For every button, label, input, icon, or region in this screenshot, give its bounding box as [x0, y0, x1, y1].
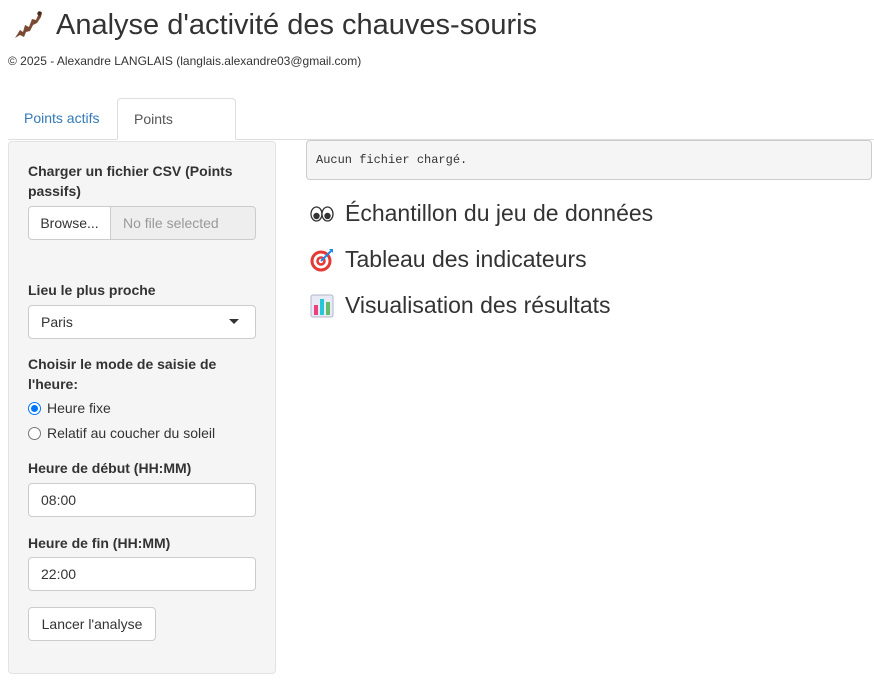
eyes-icon	[309, 201, 335, 227]
radio-label: Heure fixe	[47, 400, 111, 416]
time-mode-label: Choisir le mode de saisie de l'heure:	[28, 356, 217, 392]
section-title: Visualisation des résultats	[345, 292, 611, 318]
browse-button[interactable]: Browse...	[28, 206, 111, 240]
app-header: Analyse d'activité des chauves-souris	[12, 8, 537, 42]
copyright-text: © 2025 - Alexandre LANGLAIS (langlais.al…	[8, 54, 362, 68]
file-upload-group: Browse... No file selected	[28, 206, 256, 240]
radio-button[interactable]	[28, 426, 41, 440]
tab-points-passifs[interactable]: Points passifs	[117, 98, 236, 168]
radio-relatif-coucher-soleil[interactable]: Relatif au coucher du soleil	[28, 425, 215, 441]
bar-chart-icon	[309, 293, 335, 319]
radio-heure-fixe[interactable]: Heure fixe	[28, 400, 111, 416]
run-analysis-button[interactable]: Lancer l'analyse	[28, 607, 156, 641]
start-time-label: Heure de début (HH:MM)	[28, 460, 192, 476]
section-visualisation: Visualisation des résultats	[309, 292, 611, 319]
location-selected-value: Paris	[41, 314, 73, 330]
section-echantillon: Échantillon du jeu de données	[309, 200, 653, 227]
section-title: Tableau des indicateurs	[345, 246, 587, 272]
section-indicateurs: Tableau des indicateurs	[309, 246, 587, 273]
start-time-input[interactable]: 08:00	[28, 483, 256, 517]
location-select[interactable]: Paris	[28, 305, 256, 339]
location-label: Lieu le plus proche	[28, 282, 156, 298]
page-title: Analyse d'activité des chauves-souris	[56, 8, 538, 41]
sidebar-panel: Charger un fichier CSV (Points passifs) …	[8, 141, 276, 674]
target-icon	[309, 247, 335, 273]
end-time-label: Heure de fin (HH:MM)	[28, 535, 171, 551]
radio-label: Relatif au coucher du soleil	[47, 425, 216, 441]
end-time-input[interactable]: 22:00	[28, 557, 256, 591]
bat-icon	[12, 8, 46, 42]
file-name-field[interactable]: No file selected	[111, 206, 256, 240]
file-upload-label: Charger un fichier CSV (Points passifs)	[28, 163, 233, 199]
tab-bar: Points actifs Points passifs	[8, 98, 874, 168]
chevron-down-icon	[229, 319, 239, 324]
section-title: Échantillon du jeu de données	[345, 200, 654, 226]
status-output: Aucun fichier chargé.	[306, 140, 872, 180]
tab-points-actifs[interactable]: Points actifs	[8, 98, 116, 140]
radio-button-checked[interactable]	[28, 401, 41, 415]
